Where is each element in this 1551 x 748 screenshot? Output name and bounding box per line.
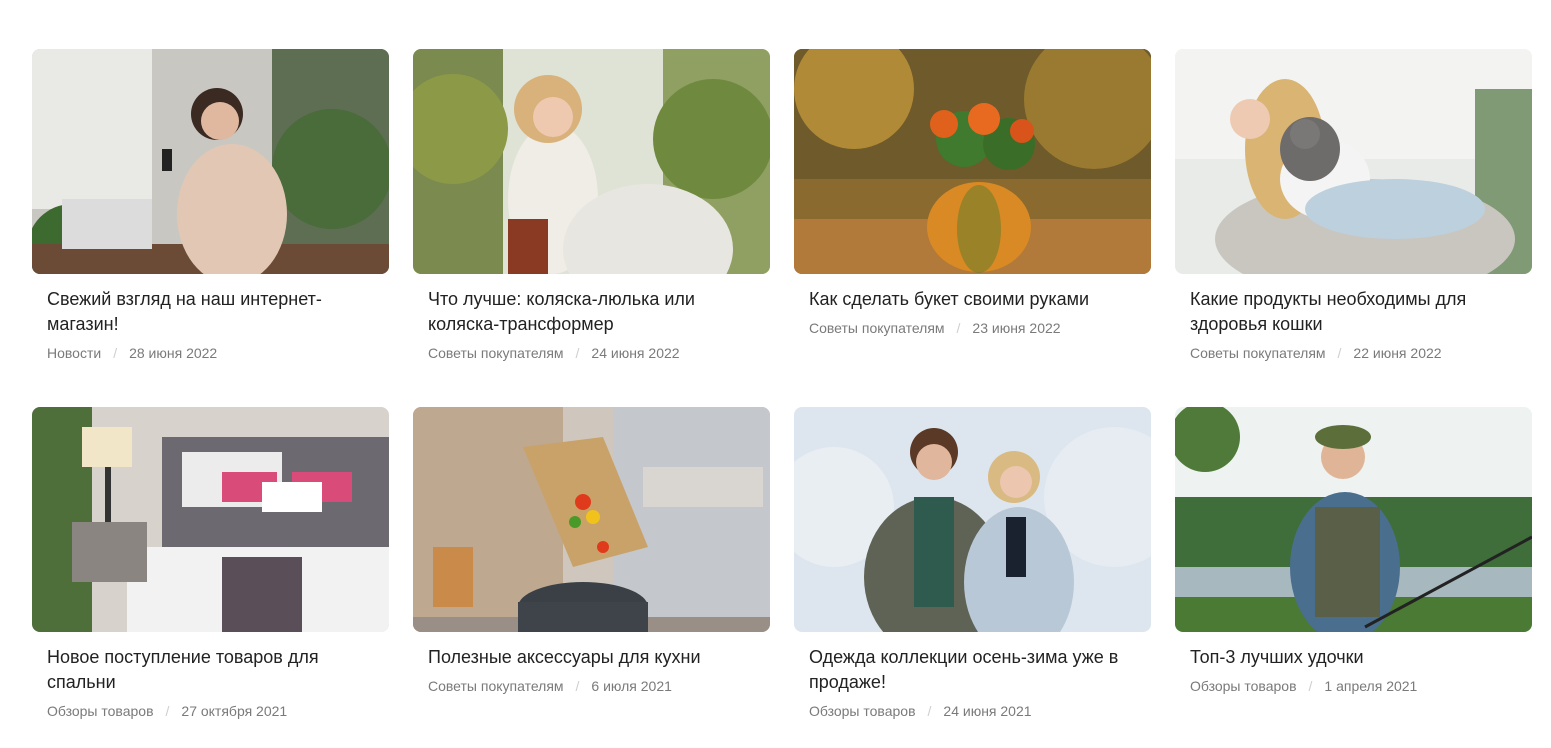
fisherman-photo[interactable]	[1175, 407, 1532, 632]
winter-couple-photo[interactable]	[794, 407, 1151, 632]
articles-grid: Свежий взгляд на наш интернет-магазин! Н…	[32, 49, 1532, 748]
article-meta: Советы покупателям / 22 июня 2022	[1190, 344, 1517, 362]
article-meta: Советы покупателям / 6 июля 2021	[428, 677, 755, 695]
article-meta: Новости / 28 июня 2022	[47, 344, 374, 362]
article-meta: Обзоры товаров / 27 октября 2021	[47, 702, 374, 720]
article-card[interactable]: Полезные аксессуары для кухни Советы пок…	[413, 407, 770, 748]
article-title[interactable]: Свежий взгляд на наш интернет-магазин!	[47, 287, 374, 337]
article-category[interactable]: Советы покупателям	[1190, 344, 1326, 362]
article-title[interactable]: Одежда коллекции осень-зима уже в продаж…	[809, 645, 1136, 695]
article-title[interactable]: Топ-3 лучших удочки	[1190, 645, 1517, 670]
article-date: 24 июня 2022	[591, 345, 680, 361]
article-category[interactable]: Советы покупателям	[428, 344, 564, 362]
article-title[interactable]: Какие продукты необходимы для здоровья к…	[1190, 287, 1517, 337]
meta-separator: /	[1308, 678, 1313, 694]
meta-separator: /	[1337, 345, 1342, 361]
meta-separator: /	[927, 703, 932, 719]
article-category[interactable]: Обзоры товаров	[47, 702, 154, 720]
meta-separator: /	[956, 320, 961, 336]
bedroom-photo[interactable]	[32, 407, 389, 632]
article-date: 28 июня 2022	[129, 345, 218, 361]
article-meta: Обзоры товаров / 1 апреля 2021	[1190, 677, 1517, 695]
article-card[interactable]: Что лучше: коляска-люлька или коляска-тр…	[413, 49, 770, 407]
article-date: 27 октября 2021	[181, 703, 288, 719]
meta-separator: /	[113, 345, 118, 361]
kitchen-cutting-board-photo[interactable]	[413, 407, 770, 632]
meta-separator: /	[575, 678, 580, 694]
article-title[interactable]: Что лучше: коляска-люлька или коляска-тр…	[428, 287, 755, 337]
article-category[interactable]: Советы покупателям	[428, 677, 564, 695]
article-category[interactable]: Обзоры товаров	[1190, 677, 1297, 695]
article-meta: Советы покупателям / 24 июня 2022	[428, 344, 755, 362]
article-category[interactable]: Новости	[47, 344, 101, 362]
article-meta: Обзоры товаров / 24 июня 2021	[809, 702, 1136, 720]
woman-with-phone-photo[interactable]	[32, 49, 389, 274]
meta-separator: /	[575, 345, 580, 361]
article-meta: Советы покупателям / 23 июня 2022	[809, 319, 1136, 337]
article-card[interactable]: Как сделать букет своими руками Советы п…	[794, 49, 1151, 407]
article-card[interactable]: Новое поступление товаров для спальни Об…	[32, 407, 389, 748]
article-category[interactable]: Советы покупателям	[809, 319, 945, 337]
woman-with-cat-photo[interactable]	[1175, 49, 1532, 274]
article-title[interactable]: Новое поступление товаров для спальни	[47, 645, 374, 695]
article-date: 24 июня 2021	[943, 703, 1032, 719]
article-date: 23 июня 2022	[972, 320, 1061, 336]
article-date: 22 июня 2022	[1353, 345, 1442, 361]
article-date: 6 июля 2021	[591, 678, 672, 694]
article-date: 1 апреля 2021	[1324, 678, 1418, 694]
pumpkin-bouquet-photo[interactable]	[794, 49, 1151, 274]
article-card[interactable]: Одежда коллекции осень-зима уже в продаж…	[794, 407, 1151, 748]
article-card[interactable]: Топ-3 лучших удочки Обзоры товаров / 1 а…	[1175, 407, 1532, 748]
article-title[interactable]: Как сделать букет своими руками	[809, 287, 1136, 312]
article-card[interactable]: Свежий взгляд на наш интернет-магазин! Н…	[32, 49, 389, 407]
meta-separator: /	[165, 703, 170, 719]
woman-with-stroller-photo[interactable]	[413, 49, 770, 274]
article-title[interactable]: Полезные аксессуары для кухни	[428, 645, 755, 670]
article-category[interactable]: Обзоры товаров	[809, 702, 916, 720]
article-card[interactable]: Какие продукты необходимы для здоровья к…	[1175, 49, 1532, 407]
